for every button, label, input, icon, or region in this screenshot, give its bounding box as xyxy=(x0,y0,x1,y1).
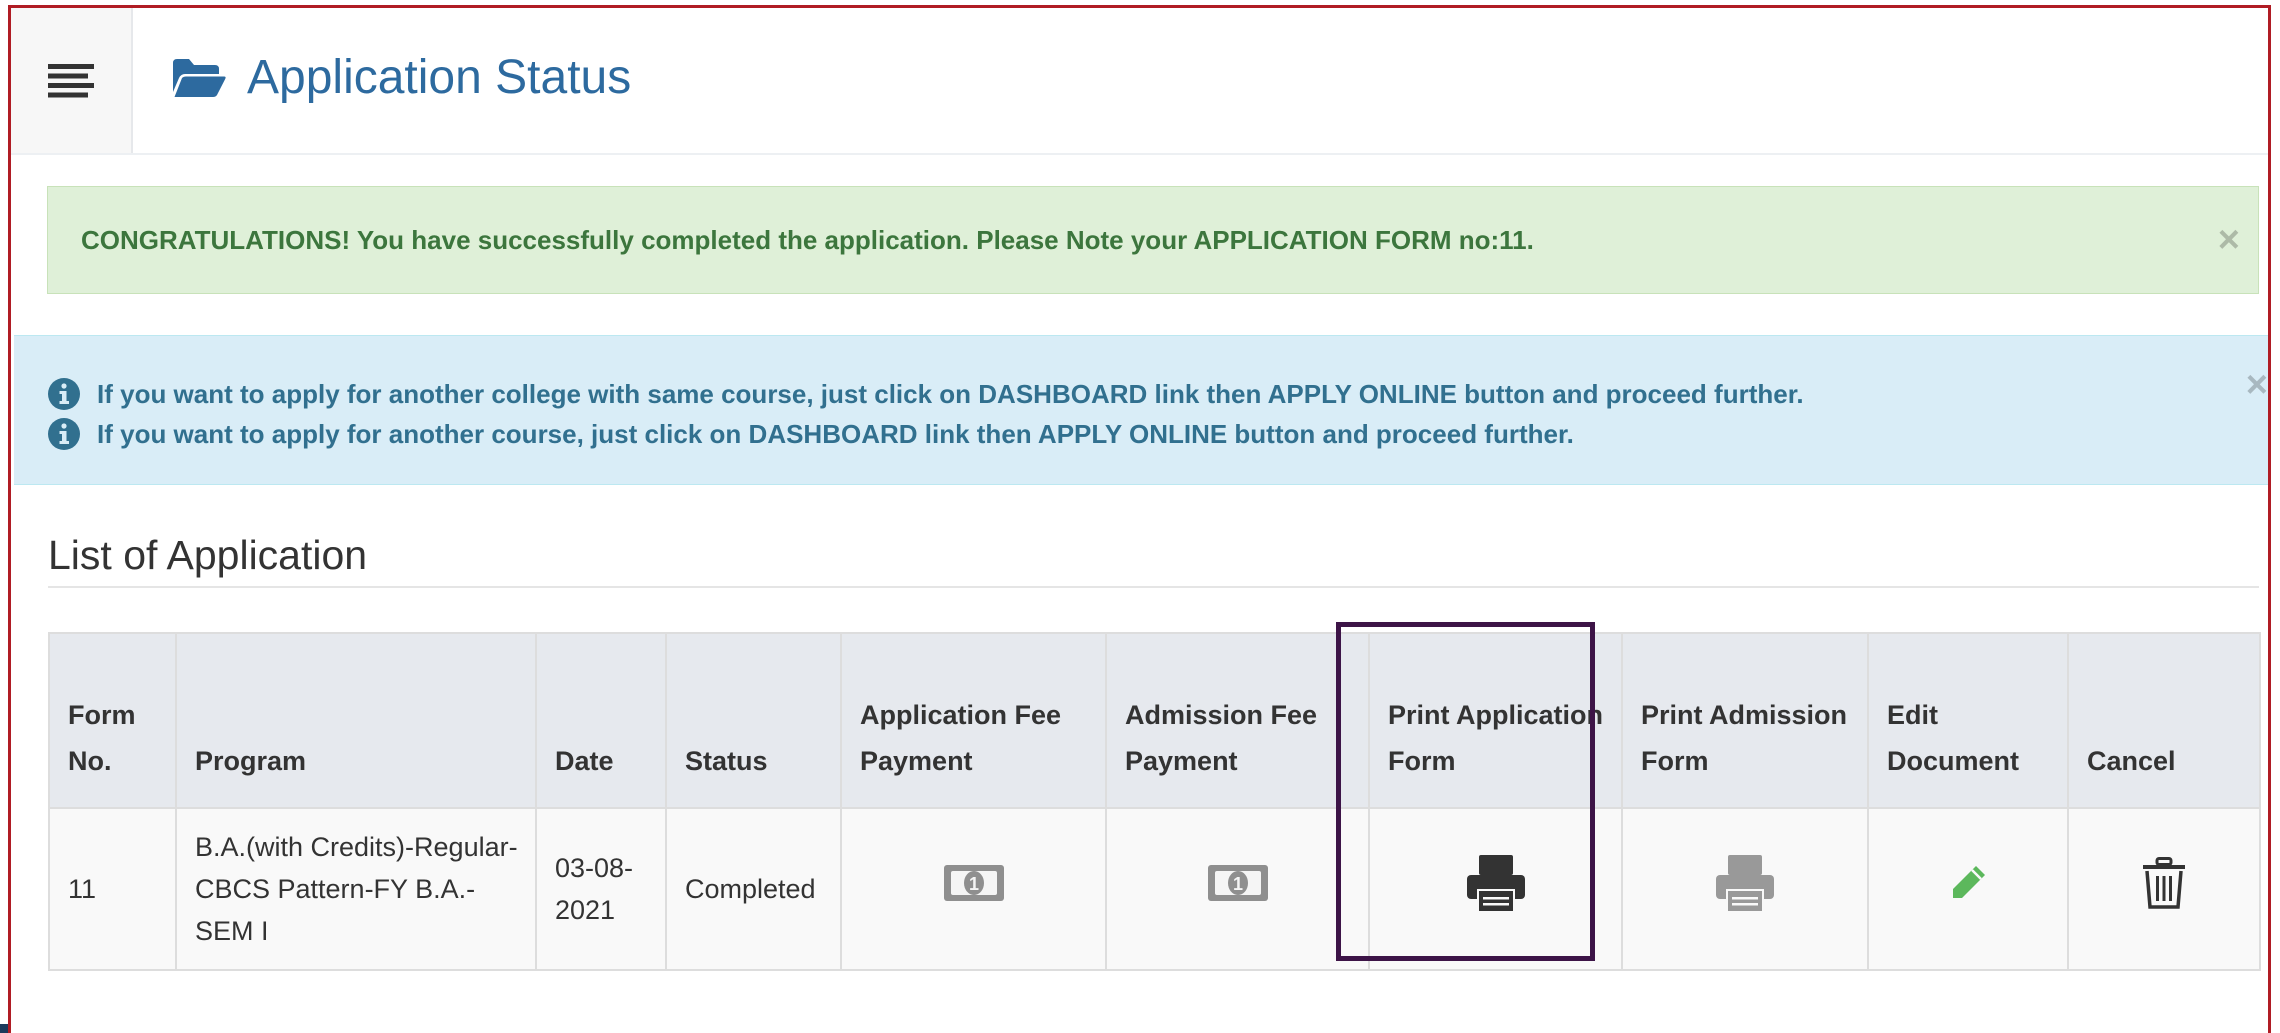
close-info-alert-button[interactable]: × xyxy=(2246,366,2268,404)
svg-text:1: 1 xyxy=(1232,874,1242,894)
info-circle-icon xyxy=(48,418,80,450)
column-header-print-admission: Print Admission Form xyxy=(1621,632,1869,809)
printer-icon xyxy=(1716,855,1774,911)
info-alert: If you want to apply for another college… xyxy=(14,335,2268,485)
pencil-icon xyxy=(1953,866,1985,898)
print-application-form-button[interactable] xyxy=(1465,853,1527,925)
success-alert-text: CONGRATULATIONS! You have successfully c… xyxy=(81,224,1534,255)
cancel-cell xyxy=(2067,807,2261,971)
cancel-application-button[interactable] xyxy=(2141,857,2187,921)
column-header-admission-fee: Admission Fee Payment xyxy=(1105,632,1370,809)
page-title: Application Status xyxy=(247,51,632,104)
column-header-print-application: Print Application Form xyxy=(1368,632,1623,809)
trash-icon xyxy=(2143,857,2185,909)
admission-fee-cell: 1 xyxy=(1105,807,1370,971)
column-header-status: Status xyxy=(665,632,842,809)
print-admission-cell xyxy=(1621,807,1869,971)
info-circle-icon xyxy=(48,378,80,410)
section-title: List of Application xyxy=(48,532,2259,588)
menu-toggle-button[interactable] xyxy=(11,8,133,153)
hamburger-menu-icon xyxy=(48,63,94,97)
table-header-row: Form No. Program Date Status Application… xyxy=(48,632,2261,809)
success-alert: CONGRATULATIONS! You have successfully c… xyxy=(47,186,2259,294)
column-header-form-no: Form No. xyxy=(48,632,177,809)
svg-text:1: 1 xyxy=(968,874,978,894)
edit-document-button[interactable] xyxy=(1949,864,1987,914)
column-header-cancel: Cancel xyxy=(2067,632,2261,809)
column-header-date: Date xyxy=(535,632,667,809)
page-header: Application Status xyxy=(11,8,2268,155)
edit-document-cell xyxy=(1867,807,2069,971)
form-no-cell: 11 xyxy=(48,807,177,971)
page-title-group: Application Status xyxy=(171,50,631,105)
column-header-application-fee: Application Fee Payment xyxy=(840,632,1107,809)
app-frame: Application Status CONGRATULATIONS! You … xyxy=(8,5,2271,1033)
column-header-program: Program xyxy=(175,632,537,809)
table-row: 11 B.A.(with Credits)-Regular-CBCS Patte… xyxy=(48,807,2261,971)
printer-icon xyxy=(1466,855,1525,911)
print-application-cell xyxy=(1368,807,1623,971)
info-line: If you want to apply for another course,… xyxy=(47,414,2268,454)
program-cell: B.A.(with Credits)-Regular-CBCS Pattern-… xyxy=(175,807,537,971)
money-bill-icon: 1 xyxy=(943,865,1004,901)
info-line: If you want to apply for another college… xyxy=(47,374,2268,414)
status-cell: Completed xyxy=(665,807,842,971)
print-admission-form-button[interactable] xyxy=(1714,853,1776,925)
admission-fee-payment-button[interactable]: 1 xyxy=(1206,861,1270,917)
info-line-text: If you want to apply for another college… xyxy=(97,378,1804,409)
close-success-alert-button[interactable]: × xyxy=(2218,221,2240,259)
applications-table: Form No. Program Date Status Application… xyxy=(48,632,2261,971)
application-fee-payment-button[interactable]: 1 xyxy=(942,861,1006,917)
money-bill-icon: 1 xyxy=(1207,865,1268,901)
column-header-edit-document: Edit Document xyxy=(1867,632,2069,809)
application-fee-cell: 1 xyxy=(840,807,1107,971)
info-line-text: If you want to apply for another course,… xyxy=(97,418,1574,449)
date-cell: 03-08-2021 xyxy=(535,807,667,971)
folder-open-icon xyxy=(173,58,226,97)
bottom-edge-strip xyxy=(0,1024,8,1033)
